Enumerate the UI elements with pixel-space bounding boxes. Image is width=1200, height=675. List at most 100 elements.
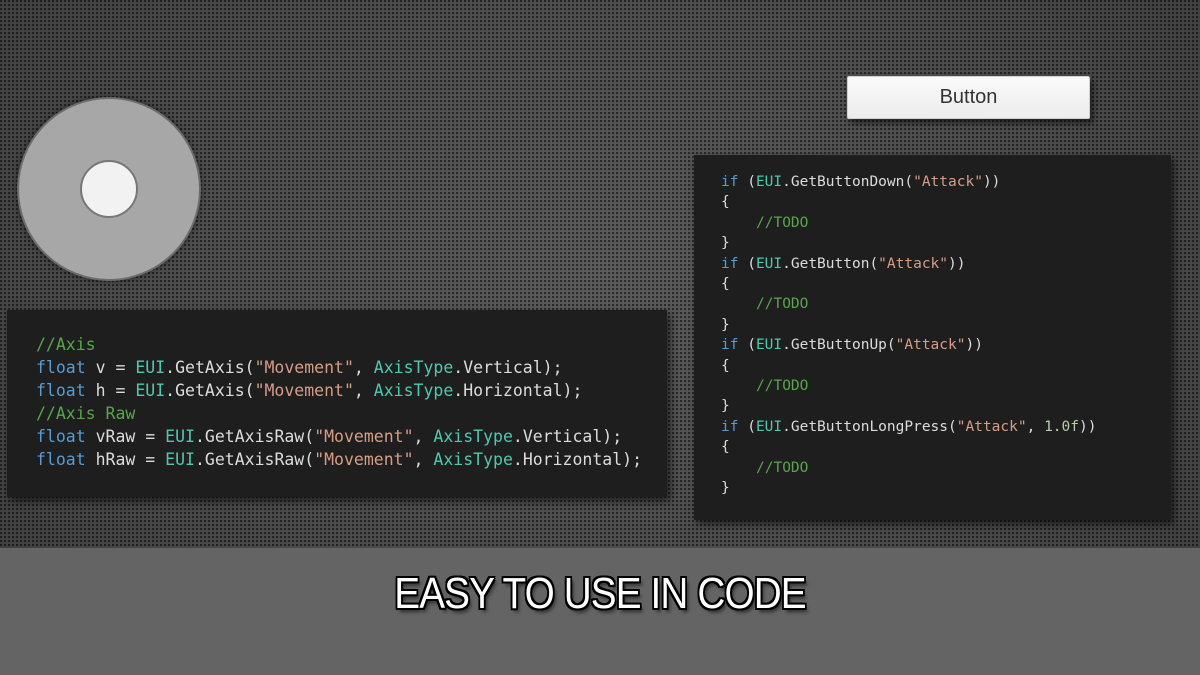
code-token: .GetButtonDown( [782, 174, 914, 190]
code-token: float [36, 358, 86, 377]
code-token: "Attack" [956, 418, 1027, 435]
code-token: //TODO [756, 214, 809, 231]
code-token: .GetButtonUp( [782, 337, 896, 354]
code-token: .GetAxis( [165, 381, 255, 400]
code-token: ( [738, 255, 756, 272]
code-token: "Movement" [314, 427, 414, 446]
code-token: 1.0f [1044, 418, 1079, 435]
code-token: //TODO [756, 459, 809, 476]
code-token: { [721, 357, 730, 374]
code-line: if (EUI.GetButtonUp("Attack")) [721, 335, 1171, 355]
code-token: v = [85, 358, 136, 377]
code-token: //TODO [756, 378, 809, 395]
code-line: //TODO [721, 294, 1171, 314]
code-token: "Attack" [878, 255, 949, 272]
code-token: float [36, 427, 86, 446]
code-token: } [721, 235, 730, 252]
code-line: { [721, 192, 1171, 212]
code-token: "Movement" [254, 358, 354, 377]
code-token: .GetButtonLongPress( [782, 418, 957, 435]
code-token: ( [738, 337, 756, 354]
code-token: if [721, 337, 739, 354]
code-line: { [721, 274, 1171, 294]
code-token: h = [85, 381, 136, 400]
code-line: { [721, 356, 1171, 376]
code-line: { [721, 437, 1171, 457]
code-line: float h = EUI.GetAxis("Movement", AxisTy… [36, 379, 667, 402]
virtual-joystick[interactable] [17, 97, 201, 281]
code-line: //Axis [36, 333, 667, 356]
code-token: , [1026, 418, 1045, 435]
code-token: .GetAxis( [165, 358, 255, 377]
code-token: { [721, 276, 730, 293]
code-token: float [36, 381, 86, 400]
code-token: )) [948, 255, 966, 272]
code-line: } [721, 478, 1171, 498]
code-line: } [721, 315, 1171, 335]
code-token: AxisType [433, 450, 513, 469]
code-token: EUI [755, 174, 783, 190]
code-line: } [721, 233, 1171, 253]
code-token: EUI [755, 255, 783, 272]
code-token: .Horizontal); [453, 381, 583, 400]
code-token: , [353, 358, 374, 377]
code-token: EUI [165, 427, 195, 446]
code-token: hRaw = [85, 450, 166, 469]
code-token: { [721, 439, 730, 456]
code-token: if [721, 174, 739, 190]
code-token: AxisType [373, 358, 454, 377]
code-token: .Vertical); [512, 427, 623, 446]
code-line: //TODO [721, 458, 1171, 478]
code-token: ( [738, 174, 756, 190]
code-token: //TODO [756, 296, 809, 313]
button-code-snippet: if (EUI.GetButtonDown("Attack")){//TODO}… [694, 155, 1171, 520]
code-line: if (EUI.GetButtonDown("Attack")) [721, 172, 1171, 192]
code-token: , [353, 381, 374, 400]
code-token: ( [738, 418, 756, 435]
code-token: if [721, 418, 739, 435]
code-token: "Attack" [913, 174, 983, 190]
code-token: "Attack" [895, 337, 966, 354]
code-token: AxisType [433, 427, 513, 446]
code-line: //TODO [721, 376, 1171, 396]
code-token: "Movement" [254, 381, 354, 400]
code-token: //Axis [36, 335, 96, 354]
code-token: } [721, 316, 730, 333]
code-token: } [721, 398, 730, 415]
code-line: //TODO [721, 213, 1171, 233]
code-line: float vRaw = EUI.GetAxisRaw("Movement", … [36, 425, 667, 448]
code-token: .GetAxisRaw( [194, 427, 315, 446]
code-token: EUI [755, 418, 783, 435]
code-token: )) [1078, 418, 1097, 435]
code-token: float [36, 450, 86, 469]
code-token: "Movement" [314, 450, 414, 469]
code-token: //Axis Raw [36, 404, 136, 423]
code-token: vRaw = [85, 427, 166, 446]
code-token: } [721, 480, 730, 497]
code-token: .GetButton( [782, 255, 879, 272]
code-token: EUI [135, 358, 166, 377]
code-line: } [721, 396, 1171, 416]
code-line: float v = EUI.GetAxis("Movement", AxisTy… [36, 356, 667, 379]
attack-button[interactable]: Button [847, 76, 1090, 119]
code-line: if (EUI.GetButtonLongPress("Attack", 1.0… [721, 417, 1171, 437]
code-token: , [413, 450, 434, 469]
code-line: float hRaw = EUI.GetAxisRaw("Movement", … [36, 448, 667, 471]
code-line: //Axis Raw [36, 402, 667, 425]
code-token: , [413, 427, 434, 446]
code-token: EUI [755, 337, 783, 354]
code-token: EUI [165, 450, 195, 469]
code-token: AxisType [373, 381, 454, 400]
code-token: )) [982, 174, 1001, 190]
code-token: EUI [135, 381, 166, 400]
code-line: if (EUI.GetButton("Attack")) [721, 254, 1171, 274]
code-token: .GetAxisRaw( [194, 450, 315, 469]
code-token: .Vertical); [453, 358, 563, 377]
joystick-knob[interactable] [80, 160, 138, 218]
axis-code-snippet: //Axis float v = EUI.GetAxis("Movement", … [7, 310, 667, 497]
code-token: .Horizontal); [512, 450, 643, 469]
code-token: { [721, 194, 730, 211]
footer-title: EASY TO USE IN CODE [394, 569, 806, 618]
code-token: )) [965, 337, 983, 354]
code-token: if [721, 255, 739, 272]
